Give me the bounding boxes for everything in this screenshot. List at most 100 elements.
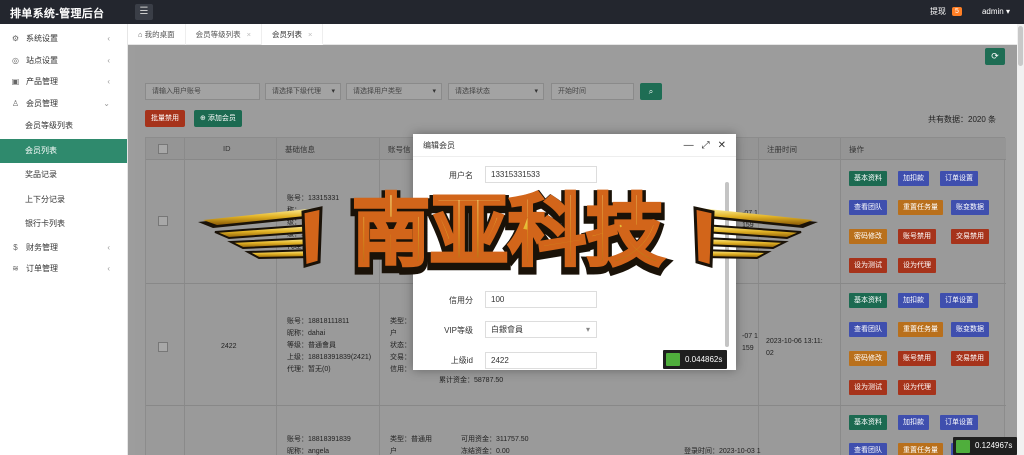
sidebar-item-points-records[interactable]: 上下分记录	[0, 188, 127, 213]
sidebar-item-member[interactable]: ♙ 会员管理 ⌄	[0, 93, 127, 115]
caret-down-icon: ▾	[534, 88, 538, 95]
add-member-button[interactable]: ⊕ 添加会员	[194, 110, 242, 127]
reset-tasks-button[interactable]: 重置任务量	[898, 200, 943, 215]
sidebar-item-member-levels[interactable]: 会员等级列表	[0, 114, 127, 139]
basic-info-button[interactable]: 基本资料	[849, 293, 887, 308]
vip-level-label: VIP等级	[444, 326, 473, 335]
batch-ban-button[interactable]: 批量禁用	[145, 110, 185, 127]
sidebar-item-orders[interactable]: ≋ 订单管理 ‹	[0, 258, 127, 280]
set-test-button[interactable]: 设为测试	[849, 258, 887, 273]
sidebar-item-finance[interactable]: $ 财务管理 ‹	[0, 237, 127, 259]
chevron-left-icon: ‹	[107, 77, 110, 86]
refresh-icon[interactable]: ⟳	[985, 48, 1005, 65]
view-team-button[interactable]: 查看团队	[849, 322, 887, 337]
dialog-controls: — ⤢ ✕	[684, 134, 726, 157]
timing-text: 0.124967s	[975, 441, 1013, 450]
header-reg-time: 注册时间	[767, 145, 797, 154]
parent-id-label: 上级id	[450, 356, 473, 365]
start-time-input[interactable]: 开始时间	[551, 83, 634, 100]
chevron-left-icon: ‹	[107, 264, 110, 273]
parent-id-field[interactable]: 2422	[485, 352, 597, 369]
basic-info-button[interactable]: 基本资料	[849, 415, 887, 430]
caret-down-icon: ▾	[585, 325, 590, 334]
row-login-time: 登录时间：2023-10-03 1	[684, 448, 761, 455]
sidebar-item-prize-records[interactable]: 奖品记录	[0, 163, 127, 188]
time-line: -07 1	[742, 333, 758, 340]
close-icon[interactable]: ×	[247, 30, 251, 39]
view-team-button[interactable]: 查看团队	[849, 443, 887, 455]
dialog-header: 编辑会员 — ⤢ ✕	[413, 134, 736, 157]
row-total-funds: 累计资金：58787.50	[439, 377, 504, 384]
dialog-title: 编辑会员	[423, 141, 455, 150]
scrollbar-thumb[interactable]	[1018, 26, 1023, 66]
disable-account-button[interactable]: 账号禁用	[898, 351, 936, 366]
set-test-button[interactable]: 设为测试	[849, 380, 887, 395]
order-settings-button[interactable]: 订单设置	[940, 415, 978, 430]
select-placeholder: 请选择用户类型	[353, 88, 402, 95]
adjust-balance-button[interactable]: 加扣款	[898, 171, 929, 186]
row-info: 账号：18818111811 昵称：dahai 等级：普通會員 上级：18818…	[287, 316, 371, 376]
order-settings-button[interactable]: 订单设置	[940, 171, 978, 186]
maximize-icon[interactable]: ⤢	[702, 134, 710, 157]
reset-tasks-button[interactable]: 重置任务量	[898, 443, 943, 455]
credit-score-field[interactable]: 100	[485, 291, 597, 308]
sidebar-item-system[interactable]: ⚙ 系统设置 ‹	[0, 28, 127, 50]
sidebar-item-bank-cards[interactable]: 银行卡列表	[0, 212, 127, 237]
adjust-balance-button[interactable]: 加扣款	[898, 415, 929, 430]
close-icon[interactable]: ✕	[718, 134, 726, 157]
sidebar-item-product[interactable]: ▣ 产品管理 ‹	[0, 71, 127, 93]
change-password-button[interactable]: 密码修改	[849, 351, 887, 366]
agent-select[interactable]: 请选择下级代理 ▾	[265, 83, 341, 100]
user-type-select[interactable]: 请选择用户类型 ▾	[346, 83, 442, 100]
adjust-balance-button[interactable]: 加扣款	[898, 293, 929, 308]
tab-member-levels[interactable]: 会员等级列表 ×	[186, 24, 263, 45]
sidebar-item-label: 财务管理	[26, 242, 58, 252]
disable-trading-button[interactable]: 交易禁用	[951, 351, 989, 366]
funds-line: 冻结资金：0.00	[461, 448, 510, 455]
search-icon[interactable]: ⌕	[640, 83, 662, 100]
time-line: 159	[742, 345, 754, 352]
row-checkbox[interactable]	[158, 216, 168, 226]
sidebar-item-member-list[interactable]: 会员列表	[0, 138, 127, 163]
sidebar-item-site[interactable]: ◎ 站点设置 ‹	[0, 50, 127, 72]
header-id: ID	[223, 144, 231, 153]
withdraw-link[interactable]: 提现	[930, 6, 946, 17]
chevron-left-icon: ‹	[107, 242, 110, 252]
username-input[interactable]: 请输入用户账号	[145, 83, 260, 100]
row-funds: 可用资金：311757.50 冻结资金：0.00	[461, 434, 529, 455]
account-line: 交易：	[390, 354, 411, 361]
reset-tasks-button[interactable]: 重置任务量	[898, 322, 943, 337]
set-agent-button[interactable]: 设为代理	[898, 258, 936, 273]
account-line: 类型：	[390, 318, 411, 325]
account-changes-button[interactable]: 账变数据	[951, 200, 989, 215]
minimize-icon[interactable]: —	[684, 134, 694, 157]
vip-level-select[interactable]: 白銀會員 ▾	[485, 321, 597, 338]
select-placeholder: 请选择状态	[455, 88, 490, 95]
user-menu[interactable]: admin ▾	[982, 7, 1010, 16]
time-line: 02	[766, 350, 774, 357]
tab-member-list[interactable]: 会员列表 ×	[262, 24, 324, 45]
tab-desktop[interactable]: ⌂ 我的桌面	[128, 24, 186, 45]
order-settings-button[interactable]: 订单设置	[940, 293, 978, 308]
close-icon[interactable]: ×	[308, 30, 312, 39]
button-label: 添加会员	[207, 115, 236, 122]
account-line: 类型：普通用	[390, 436, 432, 443]
account-changes-button[interactable]: 账变数据	[951, 322, 989, 337]
stack-icon: ≋	[12, 264, 19, 273]
home-icon: ⌂	[138, 30, 143, 39]
status-select[interactable]: 请选择状态 ▾	[448, 83, 544, 100]
select-all-checkbox[interactable]	[158, 144, 168, 154]
footer-timing: 0.124967s	[953, 437, 1018, 455]
disable-account-button[interactable]: 账号禁用	[898, 229, 936, 244]
page-scrollbar[interactable]	[1017, 24, 1024, 455]
sidebar-item-label: 系统设置	[26, 34, 58, 43]
set-agent-button[interactable]: 设为代理	[898, 380, 936, 395]
change-password-button[interactable]: 密码修改	[849, 229, 887, 244]
view-team-button[interactable]: 查看团队	[849, 200, 887, 215]
basic-info-button[interactable]: 基本资料	[849, 171, 887, 186]
menu-icon[interactable]: ☰	[135, 4, 153, 20]
disable-trading-button[interactable]: 交易禁用	[951, 229, 989, 244]
row-checkbox[interactable]	[158, 342, 168, 352]
caret-down-icon: ▾	[432, 88, 436, 95]
time-line: 2023-10-06 13:11:	[766, 338, 823, 345]
